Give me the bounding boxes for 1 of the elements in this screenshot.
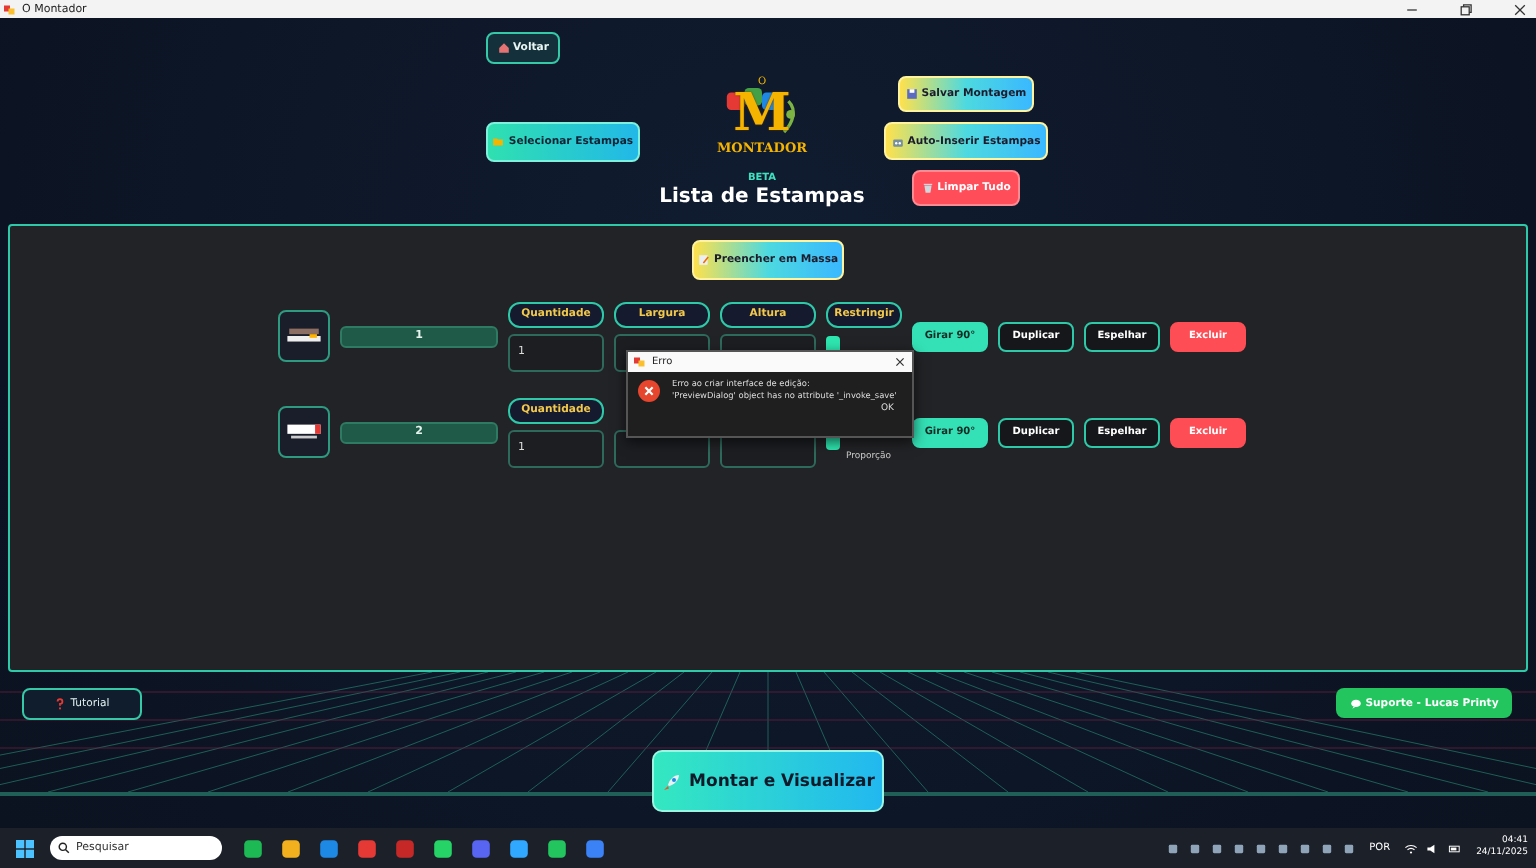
page-title: Lista de Estampas — [659, 186, 865, 208]
